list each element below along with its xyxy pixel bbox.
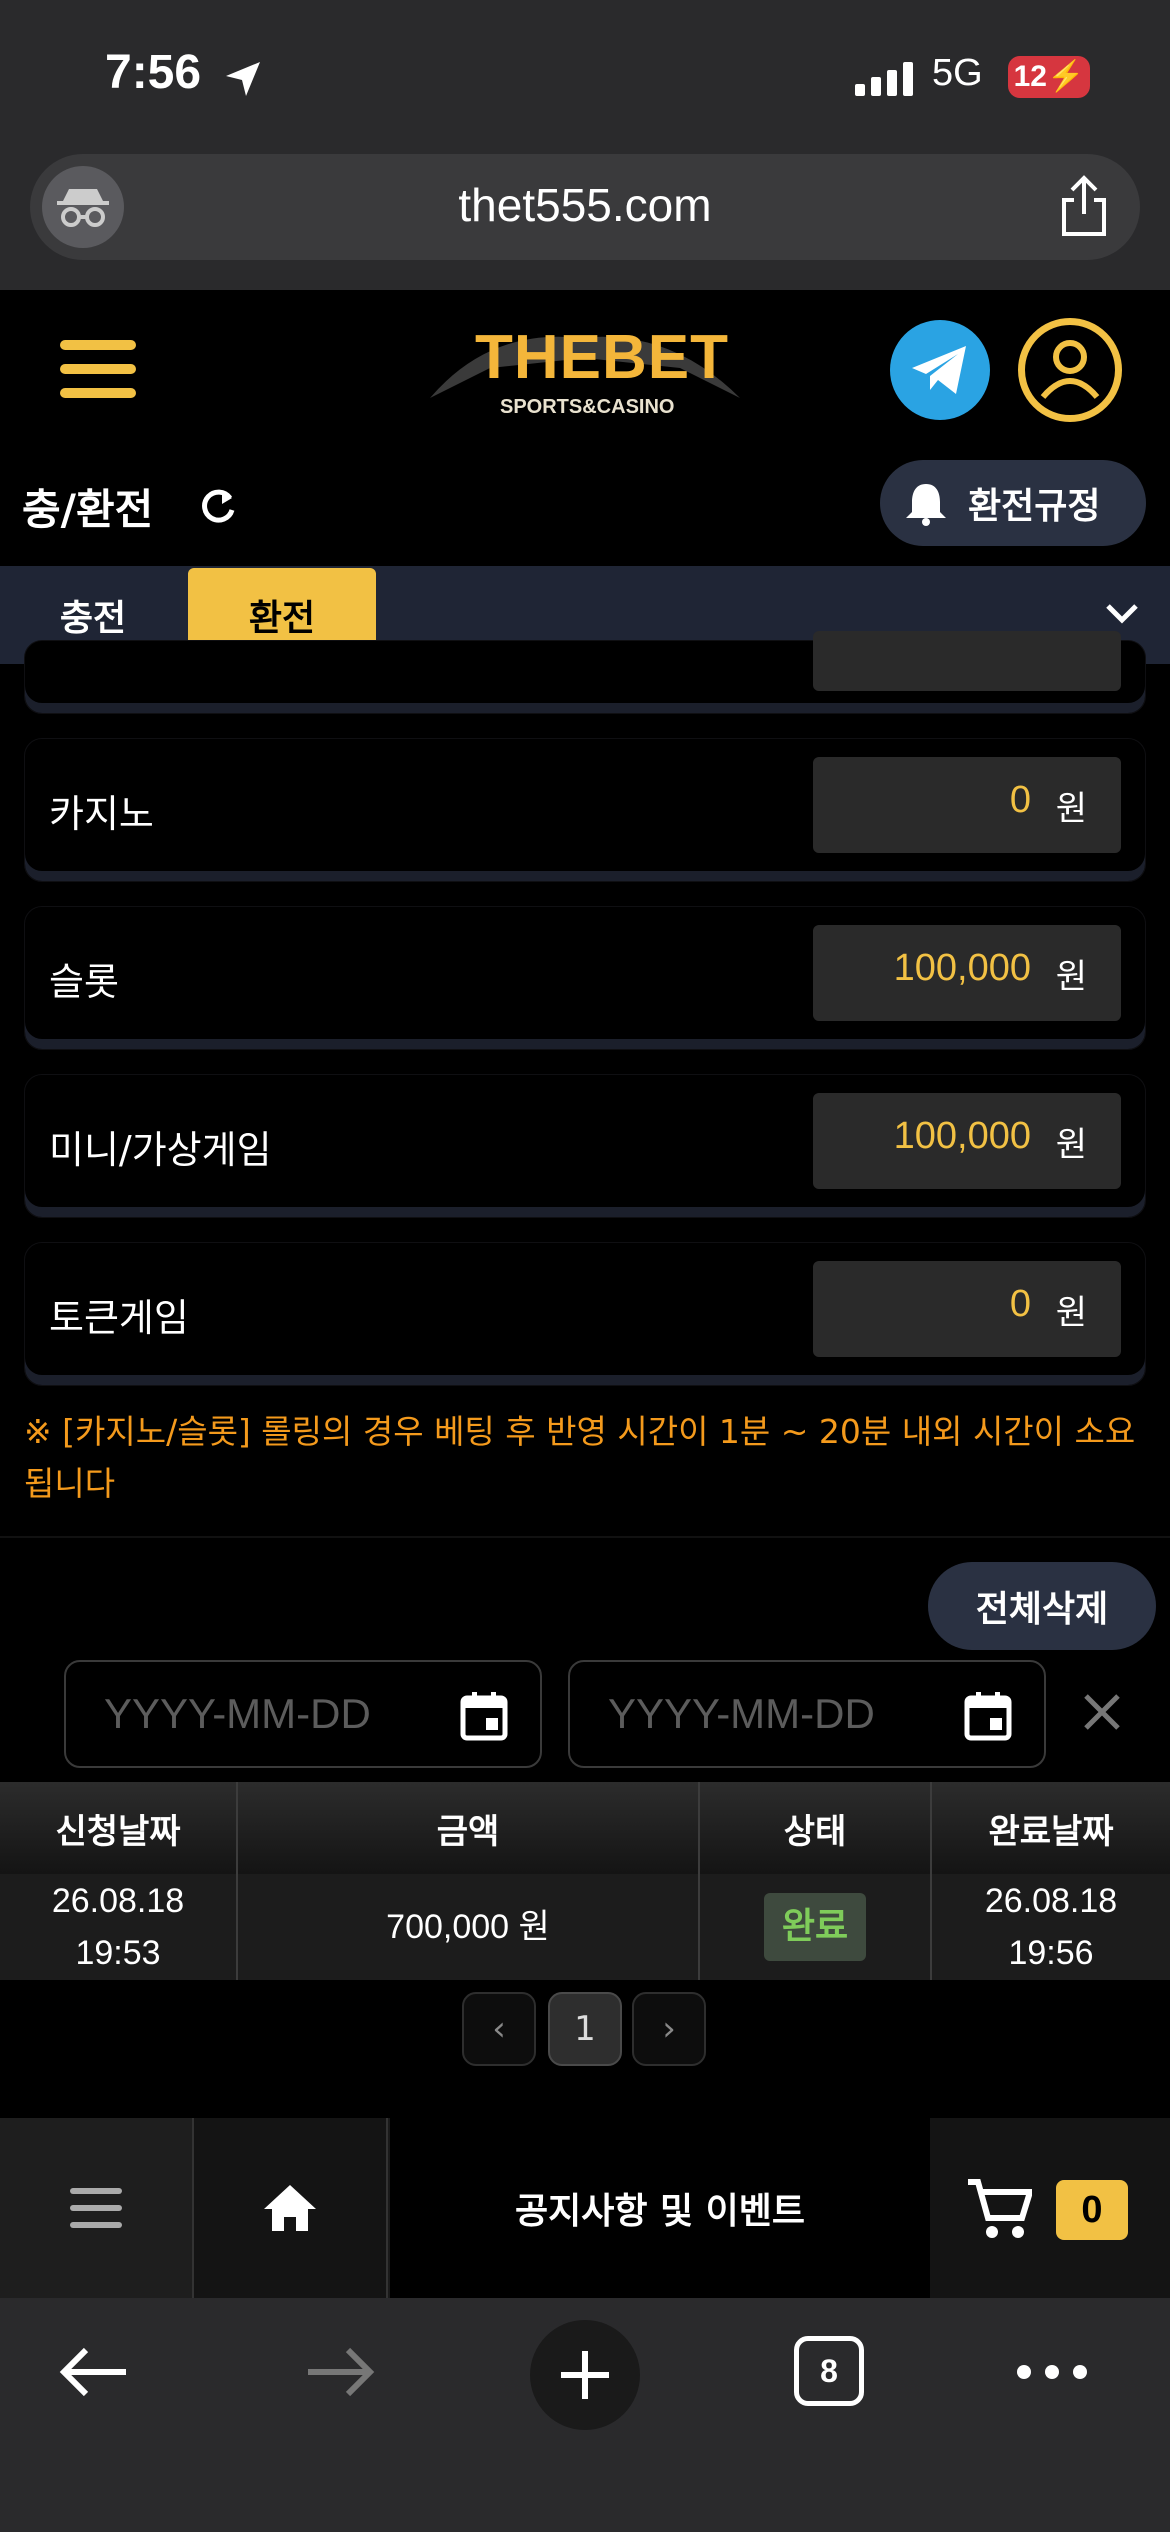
plus-icon — [561, 2351, 609, 2399]
balance-label: 카지노 — [49, 792, 154, 836]
home-button[interactable] — [194, 2118, 388, 2298]
prev-page-button[interactable]: ‹ — [462, 1992, 536, 2066]
balance-value-box: 100,000 원 — [813, 925, 1121, 1021]
battery-badge: 12⚡ — [1008, 56, 1090, 98]
home-icon — [264, 2185, 316, 2231]
exchange-rules-button[interactable]: 환전규정 — [880, 460, 1146, 546]
browser-toolbar: 8 — [0, 2298, 1170, 2532]
balance-unit: 원 — [1055, 957, 1087, 997]
rolling-notice: ※ [카지노/슬롯] 롤링의 경우 베팅 후 반영 시간이 1분 ~ 20분 내… — [24, 1412, 1136, 1503]
battery-level: 12 — [1013, 60, 1047, 93]
clear-dates-icon[interactable] — [1080, 1690, 1124, 1734]
date-from-field[interactable]: YYYY-MM-DD — [64, 1660, 542, 1768]
signal-icon — [855, 62, 913, 96]
user-profile-icon[interactable] — [1018, 318, 1122, 422]
date-to-placeholder: YYYY-MM-DD — [608, 1690, 875, 1737]
bottom-menu-button[interactable] — [0, 2118, 194, 2298]
done-time: 19:56 — [1008, 1934, 1094, 1972]
share-icon[interactable] — [1058, 174, 1110, 238]
status-time: 7:56 — [105, 46, 202, 99]
column-header: 금액 — [238, 1782, 700, 1874]
table-cell-done-date: 26.08.18 19:56 — [932, 1874, 1170, 1980]
balance-unit: 원 — [1055, 789, 1087, 829]
balance-label: 슬롯 — [49, 960, 119, 1004]
divider — [0, 1536, 1170, 1538]
page-title-row: 충/환전 환전규정 — [0, 450, 1170, 566]
calendar-icon[interactable] — [460, 1690, 508, 1742]
page-title: 충/환전 — [22, 485, 154, 534]
balance-value: 100,000 — [893, 947, 1031, 989]
forward-arrow-icon[interactable] — [304, 2346, 376, 2398]
page-number-button[interactable]: 1 — [548, 1992, 622, 2066]
date-from-placeholder: YYYY-MM-DD — [104, 1690, 371, 1737]
balance-row-token-game: 토큰게임 0 원 — [24, 1242, 1146, 1386]
logo-text: THEBET — [475, 323, 729, 392]
status-badge: 완료 — [763, 1893, 867, 1961]
url-text[interactable]: thet555.com — [30, 178, 1140, 232]
browser-status-area: 7:56 5G 12⚡ thet555.com — [0, 0, 1170, 290]
table-cell-amount: 700,000 원 — [238, 1874, 700, 1980]
location-arrow-icon — [226, 62, 260, 96]
new-tab-button[interactable] — [530, 2320, 640, 2430]
balance-row-mini-game: 미니/가상게임 100,000 원 — [24, 1074, 1146, 1218]
balance-unit: 원 — [1055, 1293, 1087, 1333]
column-header: 완료날짜 — [932, 1782, 1170, 1874]
back-arrow-icon[interactable] — [58, 2346, 130, 2398]
done-date: 26.08.18 — [984, 1882, 1118, 1920]
date-to-field[interactable]: YYYY-MM-DD — [568, 1660, 1046, 1768]
balance-box-partial — [813, 631, 1121, 691]
next-page-button[interactable]: › — [632, 1992, 706, 2066]
exchange-rules-label: 환전규정 — [968, 486, 1101, 527]
delete-all-button[interactable]: 전체삭제 — [928, 1562, 1156, 1650]
request-date: 26.08.18 — [51, 1882, 185, 1920]
telegram-icon[interactable] — [890, 320, 990, 420]
balance-label: 미니/가상게임 — [49, 1128, 272, 1172]
chevron-down-icon[interactable] — [1104, 598, 1140, 628]
notice-event-link[interactable]: 공지사항 및 이벤트 — [390, 2118, 930, 2298]
balance-value: 100,000 — [893, 1115, 1031, 1157]
table-cell-status: 완료 — [700, 1874, 932, 1980]
tabs-button[interactable]: 8 — [794, 2336, 864, 2406]
site-bottom-nav: 공지사항 및 이벤트 0 — [0, 2118, 1170, 2298]
column-header: 신청날짜 — [0, 1782, 238, 1874]
balance-label: 토큰게임 — [49, 1296, 189, 1340]
menu-icon[interactable] — [60, 340, 136, 400]
site-header: THEBET SPORTS&CASINO — [0, 290, 1170, 450]
balance-row-slot: 슬롯 100,000 원 — [24, 906, 1146, 1050]
balance-value-box: 0 원 — [813, 757, 1121, 853]
bell-icon — [906, 484, 946, 526]
cart-icon — [968, 2179, 1032, 2238]
address-bar[interactable]: thet555.com — [30, 154, 1140, 260]
balance-value-box: 0 원 — [813, 1261, 1121, 1357]
site-logo[interactable]: THEBET SPORTS&CASINO — [430, 308, 740, 428]
balance-row-partial — [24, 631, 1146, 714]
balance-value-box: 100,000 원 — [813, 1093, 1121, 1189]
cart-button[interactable]: 0 — [930, 2118, 1170, 2298]
calendar-icon[interactable] — [964, 1690, 1012, 1742]
cart-count-badge: 0 — [1056, 2180, 1128, 2240]
balance-value: 0 — [1009, 1283, 1031, 1325]
request-time: 19:53 — [75, 1934, 161, 1972]
balance-unit: 원 — [1055, 1125, 1087, 1165]
table-cell-request-date: 26.08.18 19:53 — [0, 1874, 238, 1980]
column-header: 상태 — [700, 1782, 932, 1874]
menu-icon — [70, 2188, 122, 2228]
logo-subtext: SPORTS&CASINO — [500, 396, 675, 418]
network-label: 5G — [932, 52, 983, 94]
balance-value: 0 — [1009, 779, 1031, 821]
balance-row-casino: 카지노 0 원 — [24, 738, 1146, 882]
more-icon[interactable] — [1016, 2364, 1088, 2380]
refresh-icon[interactable] — [198, 486, 238, 526]
